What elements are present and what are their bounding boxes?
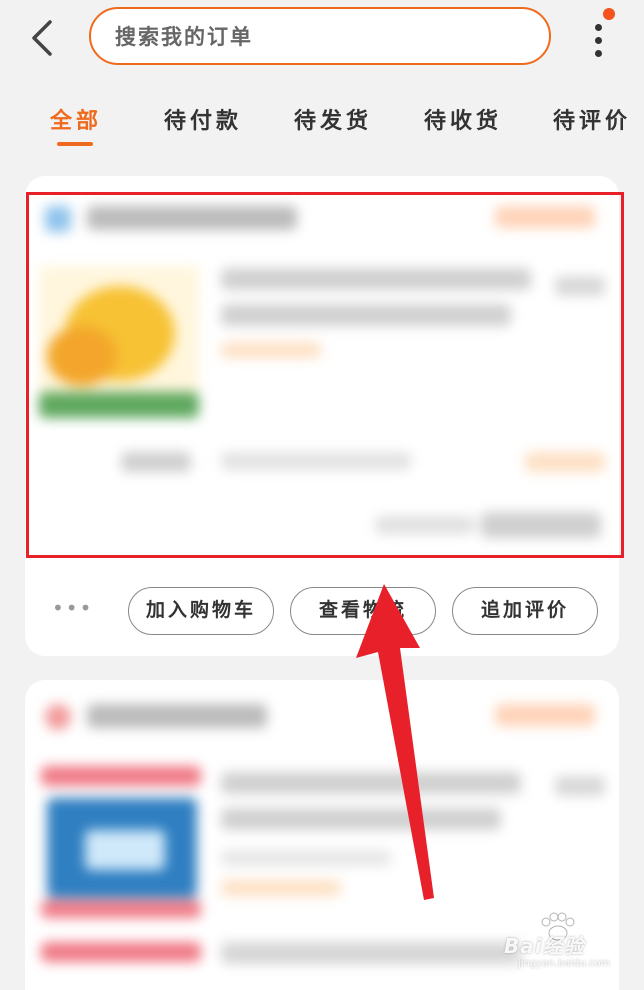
back-button[interactable] <box>26 18 62 58</box>
add-review-button[interactable]: 追加评价 <box>452 587 598 635</box>
order-card[interactable]: ••• <box>25 176 619 656</box>
order-card[interactable] <box>25 680 619 990</box>
notification-dot <box>603 8 615 20</box>
search-input[interactable] <box>113 19 517 55</box>
active-tab-indicator <box>57 142 93 146</box>
tab-all[interactable]: 全部 <box>50 103 102 137</box>
more-menu-button[interactable] <box>586 6 616 57</box>
tab-pending-review[interactable]: 待评价 <box>553 103 631 137</box>
more-vertical-icon <box>595 24 602 31</box>
back-arrow-icon <box>32 20 52 56</box>
add-to-cart-button[interactable]: 加入购物车 <box>128 587 274 635</box>
search-bar[interactable] <box>89 7 551 65</box>
view-logistics-button[interactable]: 查看物流 <box>290 587 436 635</box>
tab-pending-shipment[interactable]: 待发货 <box>294 103 372 137</box>
more-actions-button[interactable]: ••• <box>52 596 93 620</box>
tab-pending-payment[interactable]: 待付款 <box>164 103 242 137</box>
tab-pending-receipt[interactable]: 待收货 <box>424 103 502 137</box>
